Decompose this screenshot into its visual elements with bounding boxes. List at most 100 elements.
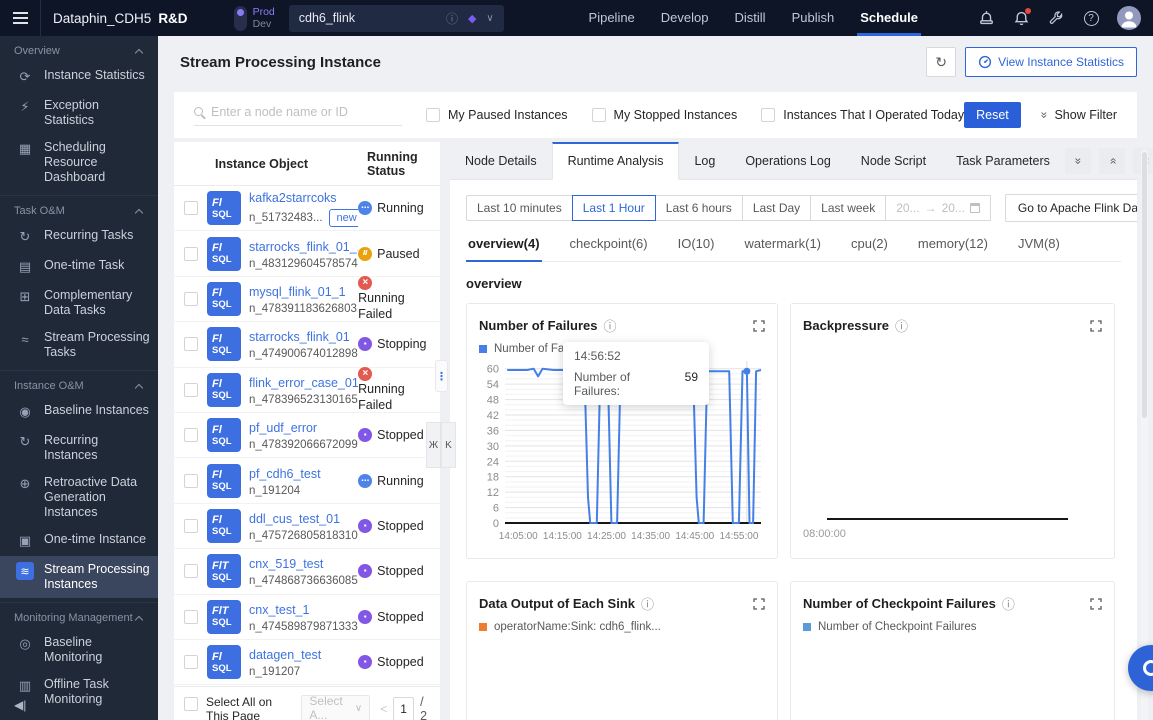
table-row[interactable]: Fl SQL flink_error_case_01 n_478396523130… [174, 366, 440, 413]
nav-schedule[interactable]: Schedule [847, 0, 931, 36]
metric-tab-overview[interactable]: overview(4) [466, 236, 542, 262]
sidebar-item-real-time-task-monitoring[interactable]: ∿ Real-time Task Monitoring [0, 713, 158, 720]
row-checkbox[interactable] [184, 337, 198, 352]
sidebar-section-header-overview[interactable]: Overview [0, 36, 158, 62]
user-avatar[interactable] [1117, 6, 1141, 30]
metric-tab-io[interactable]: IO(10) [676, 236, 717, 261]
expand-panel-up-button[interactable]: » [1098, 147, 1125, 174]
panel-resize-handle[interactable]: ⋮ [435, 360, 448, 392]
instance-name-link[interactable]: starrocks_flink_01_1 [249, 240, 358, 254]
checkbox[interactable] [591, 108, 606, 122]
tab-runtime-analysis[interactable]: Runtime Analysis [551, 142, 680, 180]
scrollbar-thumb[interactable] [1142, 152, 1147, 418]
table-row[interactable]: FlSQL kafka2starrcoks n_51732483... new R… [174, 186, 440, 232]
table-row[interactable]: Fl SQL starrocks_flink_01 n_4749006740128… [174, 322, 440, 368]
time-last-day[interactable]: Last Day [741, 195, 812, 221]
instance-name-link[interactable]: flink_error_case_01 [249, 376, 358, 390]
show-filter-toggle[interactable]: » Show Filter [1037, 108, 1117, 122]
detail-scrollbar[interactable] [1141, 150, 1148, 720]
sidebar-item-scheduling-resource-dashboard[interactable]: ▦ Scheduling Resource Dashboard [0, 134, 158, 191]
batch-action-select[interactable]: Select A... ∨ [301, 694, 371, 720]
sidebar-item-baseline-instances[interactable]: ◉ Baseline Instances [0, 397, 158, 427]
sidebar-item-retroactive-data-generation-instances[interactable]: ⊕ Retroactive Data Generation Instances [0, 469, 158, 526]
collapse-right-handle[interactable]: K [441, 422, 456, 468]
date-range-picker[interactable]: 20... → 20... [885, 195, 991, 221]
tab-node-details[interactable]: Node Details [450, 142, 552, 179]
sidebar-item-one-time-instance[interactable]: ▣ One-time Instance [0, 526, 158, 556]
nav-develop[interactable]: Develop [648, 0, 722, 36]
alarm-siren-icon[interactable] [977, 9, 995, 27]
sidebar-section-header-monitoring[interactable]: Monitoring Management [0, 603, 158, 629]
go-to-flink-dashboard-button[interactable]: Go to Apache Flink Dashboard [1004, 194, 1137, 222]
row-checkbox[interactable] [184, 655, 198, 670]
filter-instances-operated-today[interactable]: Instances That I Operated Today [761, 108, 964, 122]
reset-button[interactable]: Reset [964, 102, 1021, 128]
instance-name-link[interactable]: kafka2starrcoks [249, 191, 337, 205]
instance-name-link[interactable]: pf_cdh6_test [249, 467, 321, 481]
row-checkbox[interactable] [184, 473, 198, 488]
current-page-box[interactable]: 1 [393, 697, 415, 720]
refresh-page-button[interactable]: ↻ [926, 47, 957, 77]
tab-task-parameters[interactable]: Task Parameters [941, 142, 1065, 179]
sidebar-item-stream-processing-instances[interactable]: ≋ Stream Processing Instances [0, 556, 158, 598]
tab-node-script[interactable]: Node Script [846, 142, 941, 179]
sidebar-item-recurring-tasks[interactable]: ↻ Recurring Tasks [0, 222, 158, 252]
info-icon[interactable]: ⓘ [603, 316, 616, 335]
instance-name-link[interactable]: cnx_test_1 [249, 603, 309, 617]
nav-pipeline[interactable]: Pipeline [576, 0, 648, 36]
nav-publish[interactable]: Publish [779, 0, 848, 36]
expand-chart-icon[interactable] [753, 597, 765, 610]
select-all-checkbox[interactable] [184, 697, 198, 711]
sidebar-item-recurring-instances[interactable]: ↻ Recurring Instances [0, 427, 158, 469]
table-row[interactable]: Fl SQL ddl_cus_test_01 n_475726805818310.… [174, 504, 440, 550]
time-last-10-minutes[interactable]: Last 10 minutes [466, 195, 573, 221]
instance-name-link[interactable]: ddl_cus_test_01 [249, 512, 340, 526]
time-last-6-hours[interactable]: Last 6 hours [654, 195, 743, 221]
checkbox[interactable] [426, 108, 441, 122]
metric-tab-memory[interactable]: memory(12) [916, 236, 990, 261]
table-row[interactable]: FlSQL datagen_test n_191207 Stopped [174, 640, 440, 686]
table-row[interactable]: FlT SQL cnx_519_test n_474868736636085...… [174, 549, 440, 595]
instance-name-link[interactable]: mysql_flink_01_1 [249, 285, 346, 299]
metric-tab-watermark[interactable]: watermark(1) [742, 236, 823, 261]
row-checkbox[interactable] [184, 201, 198, 216]
project-info-icon[interactable]: ⓘ [446, 10, 458, 27]
project-chevron-down-icon[interactable]: ∨ [486, 13, 493, 24]
row-checkbox[interactable] [184, 564, 198, 579]
row-checkbox[interactable] [184, 609, 198, 624]
table-row[interactable]: Fl SQL pf_udf_error n_478392066672099... … [174, 413, 440, 459]
env-toggle-pill[interactable] [233, 5, 247, 31]
metric-tab-cpu[interactable]: cpu(2) [849, 236, 890, 261]
sidebar-item-baseline-monitoring[interactable]: ◎ Baseline Monitoring [0, 629, 158, 671]
env-toggle[interactable]: Prod Dev [233, 5, 275, 31]
tools-wrench-icon[interactable] [1047, 9, 1065, 27]
table-row[interactable]: Fl SQL mysql_flink_01_1 n_478391183626803… [174, 275, 440, 323]
info-icon[interactable]: ⓘ [1002, 594, 1015, 613]
expand-panel-down-button[interactable]: » [1064, 147, 1091, 174]
sidebar-item-one-time-task[interactable]: ▤ One-time Task [0, 252, 158, 282]
instance-name-link[interactable]: pf_udf_error [249, 421, 317, 435]
project-selector[interactable]: cdh6_flink ⓘ ◆ ∨ [288, 4, 504, 32]
tab-operations-log[interactable]: Operations Log [730, 142, 845, 179]
row-checkbox[interactable] [184, 518, 198, 533]
expand-chart-icon[interactable] [1090, 319, 1102, 332]
sidebar-item-instance-statistics[interactable]: ⟳ Instance Statistics [0, 62, 158, 92]
row-checkbox[interactable] [184, 291, 198, 306]
prev-page-icon[interactable]: < [380, 702, 387, 716]
expand-chart-icon[interactable] [753, 319, 765, 332]
row-checkbox[interactable] [184, 382, 198, 397]
table-row[interactable]: FlTSQL cnx_test_1 n_474589879871333... S… [174, 595, 440, 640]
sidebar-collapse-icon[interactable]: ◀| [14, 698, 26, 712]
sidebar-section-header-instance-om[interactable]: Instance O&M [0, 371, 158, 397]
notifications-bell-icon[interactable] [1012, 8, 1031, 27]
instance-name-link[interactable]: datagen_test [249, 648, 321, 662]
help-question-icon[interactable]: ? [1082, 9, 1100, 27]
filter-my-stopped-instances[interactable]: My Stopped Instances [591, 108, 737, 122]
info-icon[interactable]: ⓘ [895, 316, 908, 335]
instance-name-link[interactable]: cnx_519_test [249, 557, 323, 571]
time-last-week[interactable]: Last week [810, 195, 887, 221]
metric-tab-checkpoint[interactable]: checkpoint(6) [568, 236, 650, 261]
nav-distill[interactable]: Distill [722, 0, 779, 36]
collapse-left-handle[interactable]: Ж [426, 422, 441, 468]
metric-tab-jvm[interactable]: JVM(8) [1016, 236, 1062, 261]
